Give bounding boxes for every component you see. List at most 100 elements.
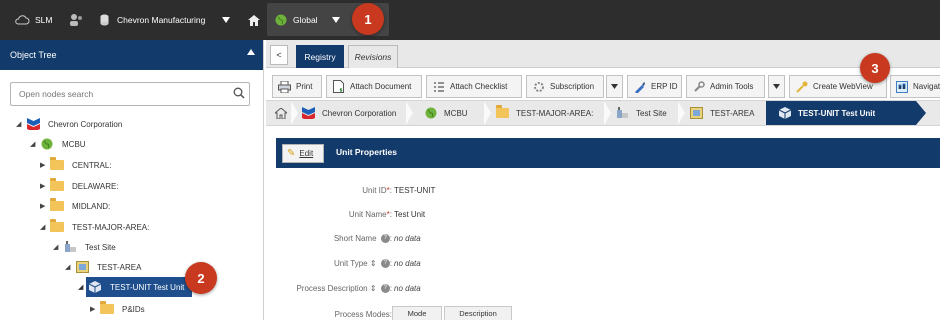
breadcrumb-chevron-corporation[interactable]: Chevron Corporation: [302, 101, 396, 125]
unit-type-label: Unit Type ⇕ ?:: [333, 259, 392, 269]
subscription-button[interactable]: Subscription: [526, 75, 604, 98]
tree-node-midland[interactable]: ▶ MIDLAND:: [40, 196, 110, 216]
company-dropdown-icon[interactable]: [222, 0, 230, 40]
unit-icon: [88, 281, 102, 293]
tree-node-label: MCBU: [62, 139, 86, 149]
scope-selector[interactable]: Global: [293, 0, 318, 40]
folder-icon: [50, 178, 64, 192]
panel-title: Unit Properties: [336, 147, 397, 157]
tree-node-delaware[interactable]: ▶ DELAWARE:: [40, 176, 119, 196]
tree-node-test-area[interactable]: ◢ TEST-AREA: [65, 257, 141, 277]
modes-column-mode[interactable]: Mode: [392, 306, 442, 320]
process-modes-label: Process Modes:: [334, 310, 392, 319]
short-name-value: no data: [394, 234, 421, 243]
unit-id-label: Unit ID*:: [362, 186, 392, 195]
collapsed-arrow-icon[interactable]: ▶: [90, 305, 100, 313]
tree-node-chevron-corporation[interactable]: ◢ Chevron Corporation: [16, 114, 122, 134]
tree-node-test-site[interactable]: ◢ Test Site: [53, 237, 116, 257]
print-button[interactable]: Print: [272, 75, 322, 98]
toolbar: Print Attach Document Attach Checklist S…: [266, 74, 940, 100]
expanded-arrow-icon[interactable]: ◢: [65, 263, 75, 271]
modes-column-description[interactable]: Description: [444, 306, 512, 320]
scope-dropdown-icon[interactable]: [332, 0, 340, 40]
folder-icon: [50, 219, 64, 233]
collapse-panel-icon[interactable]: [247, 49, 255, 55]
unit-properties-header: ✎ Edit Unit Properties: [276, 138, 940, 168]
tab-revisions[interactable]: Revisions: [348, 45, 398, 68]
attach-document-button[interactable]: Attach Document: [326, 75, 422, 98]
globe-icon: [424, 107, 437, 119]
edit-button[interactable]: ✎ Edit: [282, 144, 324, 163]
breadcrumb-label: TEST-UNIT Test Unit: [798, 108, 876, 118]
subscription-dropdown-button[interactable]: [606, 75, 623, 98]
navigate-button[interactable]: Navigat: [890, 75, 940, 98]
help-icon[interactable]: ?: [380, 284, 390, 294]
admin-tools-label: Admin Tools: [710, 82, 754, 91]
tree-node-test-major-area[interactable]: ◢ TEST-MAJOR-AREA:: [40, 217, 149, 237]
collapsed-arrow-icon[interactable]: ▶: [40, 202, 50, 210]
site-icon: [63, 241, 77, 253]
admin-tools-dropdown-button[interactable]: [768, 75, 785, 98]
back-arrow-icon[interactable]: <: [270, 45, 288, 65]
navigate-icon: [896, 80, 908, 93]
erp-id-button[interactable]: ERP ID: [627, 75, 682, 98]
main-panel: < Registry Revisions Print Attach Docume…: [266, 40, 940, 320]
print-label: Print: [296, 82, 313, 91]
checklist-icon: [432, 80, 445, 93]
company-selector[interactable]: Chevron Manufacturing: [117, 0, 205, 40]
tree-node-central[interactable]: ▶ CENTRAL:: [40, 155, 112, 175]
database-icon[interactable]: [100, 0, 109, 40]
tree-node-label: DELAWARE:: [72, 181, 119, 191]
top-bar: SLM Chevron Manufacturing Global 1: [0, 0, 940, 40]
user-icon[interactable]: [68, 0, 84, 40]
tree-node-label: P&IDs: [122, 304, 145, 314]
tree-search-input[interactable]: [10, 82, 250, 106]
app-name[interactable]: SLM: [35, 0, 52, 40]
admin-tools-button[interactable]: Admin Tools: [686, 75, 765, 98]
unit-name-value: Test Unit: [394, 210, 426, 219]
site-icon: [616, 107, 629, 119]
chevron-down-icon: [611, 84, 618, 89]
breadcrumb-mcbu[interactable]: MCBU: [424, 101, 468, 125]
breadcrumb-label: TEST-MAJOR-AREA:: [516, 108, 594, 118]
breadcrumb-label: MCBU: [444, 108, 468, 118]
tree-node-test-unit[interactable]: ◢ TEST-UNIT Test Unit: [78, 277, 184, 297]
breadcrumb-test-area[interactable]: TEST-AREA: [690, 101, 754, 125]
unit-icon: [778, 107, 791, 119]
search-icon[interactable]: [233, 87, 245, 99]
home-icon[interactable]: [248, 0, 260, 40]
tab-registry[interactable]: Registry: [296, 45, 344, 68]
process-description-label: Process Description ⇕ ?:: [296, 284, 392, 294]
expanded-arrow-icon[interactable]: ◢: [53, 243, 63, 251]
tree-node-label: Test Site: [85, 242, 116, 252]
area-icon: [75, 261, 89, 273]
unit-type-value: no data: [394, 259, 421, 268]
pencil-icon: ✎: [287, 148, 296, 159]
unit-name-label: Unit Name*:: [348, 210, 392, 219]
expanded-arrow-icon[interactable]: ◢: [40, 223, 50, 231]
key-icon: [795, 80, 808, 93]
tree-node-pids[interactable]: ▶ P&IDs: [90, 299, 145, 319]
breadcrumb-label: Chevron Corporation: [322, 108, 397, 118]
expanded-arrow-icon[interactable]: ◢: [16, 120, 26, 128]
cloud-icon[interactable]: [14, 0, 30, 40]
callout-marker-1: 1: [352, 3, 384, 35]
tree-node-mcbu[interactable]: ◢ MCBU: [30, 134, 86, 154]
subscription-label: Subscription: [550, 82, 595, 91]
breadcrumb-test-major-area[interactable]: TEST-MAJOR-AREA:: [496, 101, 593, 125]
collapsed-arrow-icon[interactable]: ▶: [40, 182, 50, 190]
help-icon[interactable]: ?: [380, 234, 390, 244]
attach-checklist-button[interactable]: Attach Checklist: [426, 75, 522, 98]
globe-icon[interactable]: [275, 0, 287, 40]
collapsed-arrow-icon[interactable]: ▶: [40, 161, 50, 169]
breadcrumb-test-unit[interactable]: TEST-UNIT Test Unit: [778, 101, 875, 125]
expanded-arrow-icon[interactable]: ◢: [78, 283, 88, 291]
navigate-label: Navigat: [913, 82, 940, 91]
expanded-arrow-icon[interactable]: ◢: [30, 140, 40, 148]
unit-id-value: TEST-UNIT: [394, 186, 436, 195]
help-icon[interactable]: ?: [380, 259, 390, 269]
callout-marker-2: 2: [185, 262, 217, 294]
breadcrumb-test-site[interactable]: Test Site: [616, 101, 667, 125]
tree-node-label: TEST-MAJOR-AREA:: [72, 222, 150, 232]
tree-node-label: CENTRAL:: [72, 160, 112, 170]
